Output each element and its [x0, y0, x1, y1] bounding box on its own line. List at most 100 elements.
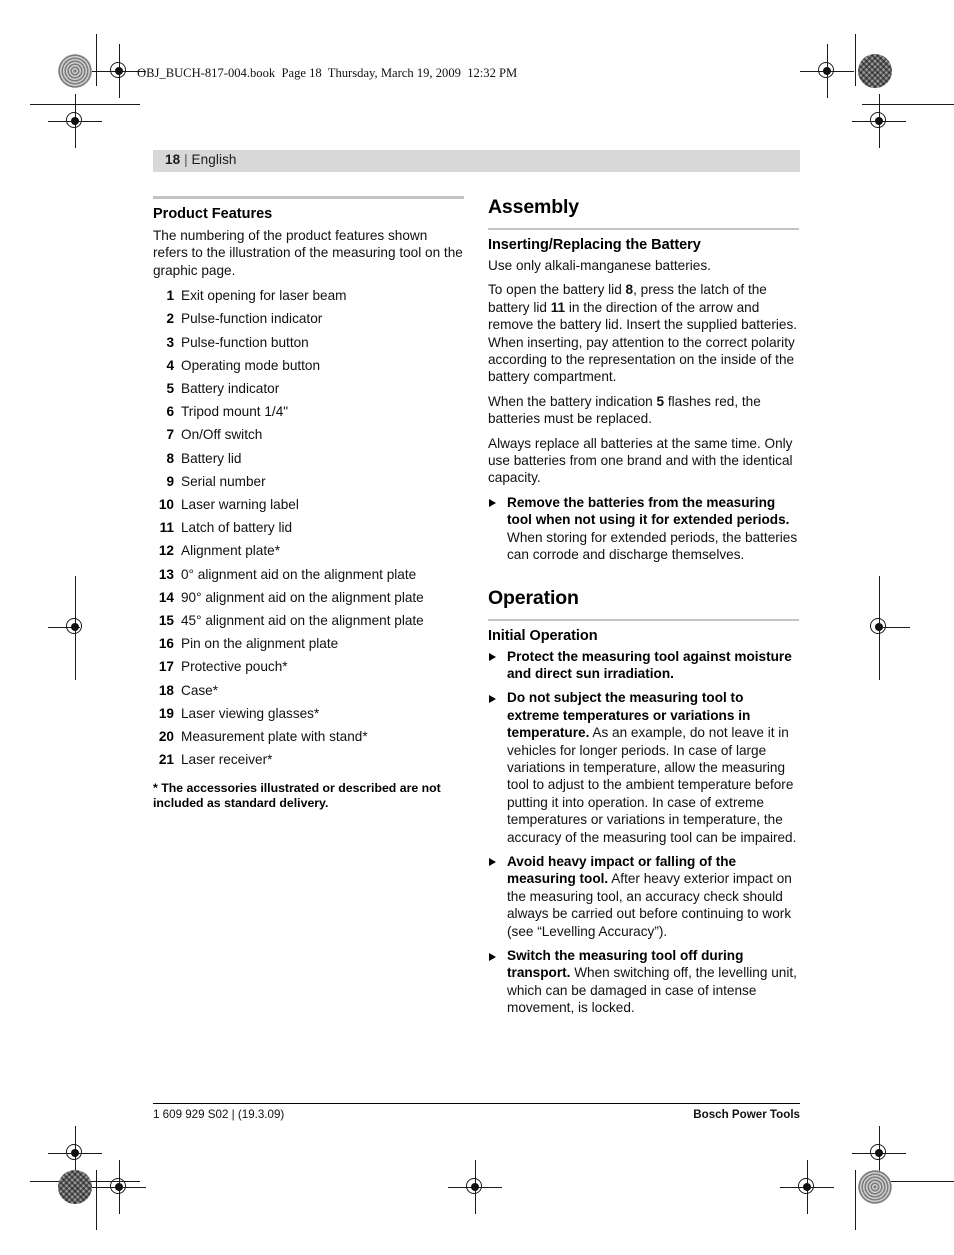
- file-slug-line: OBJ_BUCH-817-004.book Page 18 Thursday, …: [137, 66, 518, 80]
- product-feature-label: Serial number: [181, 473, 266, 489]
- product-features-list: 1 Exit opening for laser beam 2 Pulse-funct…: [153, 287, 464, 768]
- operation-warning-item: Avoid heavy impact or falling of the mea…: [488, 853, 799, 940]
- registration-mark-bottom-right: [780, 1160, 834, 1214]
- left-column: Product Features The numbering of the pr…: [153, 196, 464, 811]
- operation-warning-item: Protect the measuring tool against moist…: [488, 648, 799, 683]
- product-feature-label: Pulse-function button: [181, 334, 309, 350]
- trim-line-top-left-vertical: [96, 34, 97, 86]
- product-feature-label: Protective pouch*: [181, 659, 288, 675]
- product-feature-label: Case*: [181, 682, 219, 698]
- product-feature-item: 20 Measurement plate with stand*: [153, 728, 464, 745]
- registration-mark-bottom-center: [448, 1160, 502, 1214]
- operation-heading: Operation: [488, 586, 579, 609]
- run-text: Always replace all batteries at the same…: [488, 435, 793, 486]
- color-patch-bottom-right: [858, 1170, 892, 1204]
- product-feature-item: 17 Protective pouch*: [153, 658, 464, 675]
- operation-warning-list: Protect the measuring tool against moist…: [488, 648, 799, 1017]
- product-feature-item: 6 Tripod mount 1/4": [153, 403, 464, 420]
- product-feature-number: 20: [158, 729, 174, 745]
- product-feature-label: 0° alignment aid on the alignment plate: [181, 566, 417, 582]
- assembly-warning-list: Remove the batteries from the measuring …: [488, 494, 799, 564]
- product-feature-number: 11: [159, 520, 174, 536]
- running-header-band: [153, 150, 800, 172]
- product-feature-number: 3: [166, 334, 174, 350]
- product-feature-label: Exit opening for laser beam: [181, 288, 347, 304]
- product-feature-label: 45° alignment aid on the alignment plate: [181, 613, 424, 629]
- trim-line-bottom-right-vertical: [855, 1170, 856, 1230]
- triangle-bullet-icon: [489, 653, 496, 661]
- emphasis-text: 11: [550, 299, 566, 315]
- left-column-top-rule: [153, 196, 464, 199]
- trim-line-top-right-horizontal: [862, 104, 954, 105]
- assembly-heading: Assembly: [488, 196, 579, 218]
- trim-line-bottom-left-vertical: [96, 1170, 97, 1230]
- running-header: 18 | English: [165, 152, 237, 167]
- product-feature-number: 5: [166, 381, 174, 397]
- run-text: To open the battery lid: [488, 282, 626, 298]
- product-feature-label: Battery indicator: [181, 381, 280, 397]
- emphasis-text: 5: [656, 393, 665, 409]
- header-language: English: [191, 152, 237, 167]
- assembly-paragraph: When the battery indication 5 flashes re…: [488, 393, 799, 428]
- product-feature-label: Pin on the alignment plate: [181, 636, 339, 652]
- product-feature-label: Battery lid: [181, 450, 242, 466]
- product-feature-number: 17: [158, 659, 174, 675]
- color-patch-top-left: [58, 54, 92, 88]
- product-feature-item: 8 Battery lid: [153, 450, 464, 467]
- operation-warning-item: Switch the measuring tool off during tra…: [488, 947, 799, 1017]
- product-feature-number: 8: [166, 450, 174, 466]
- product-feature-item: 5 Battery indicator: [153, 380, 464, 397]
- assembly-paragraph: To open the battery lid 8, press the lat…: [488, 281, 799, 385]
- product-feature-item: 2 Pulse-function indicator: [153, 310, 464, 327]
- triangle-bullet-icon: [489, 694, 496, 703]
- product-feature-item: 11 Latch of battery lid: [153, 519, 464, 536]
- registration-mark-top-right: [800, 44, 854, 98]
- product-feature-number: 2: [166, 311, 174, 327]
- product-feature-number: 12: [158, 543, 174, 559]
- registration-mark-middle-right: [862, 576, 910, 680]
- product-feature-item: 18 Case*: [153, 682, 464, 699]
- product-feature-label: Laser viewing glasses*: [181, 705, 320, 721]
- operation-warning-item: Do not subject the measuring tool to ext…: [488, 689, 799, 846]
- product-feature-number: 9: [166, 473, 174, 489]
- product-feature-number: 18: [158, 682, 174, 698]
- product-feature-number: 10: [158, 497, 174, 513]
- product-feature-item: 3 Pulse-function button: [153, 334, 464, 351]
- assembly-paragraphs: Use only alkali-manganese batteries. To o…: [488, 257, 799, 487]
- product-feature-label: Pulse-function indicator: [181, 311, 323, 327]
- run-text: When the battery indication: [488, 393, 657, 409]
- product-feature-number: 7: [166, 427, 174, 443]
- trim-line-top-left-horizontal: [30, 104, 140, 105]
- registration-mark-top-left-inner: [48, 94, 102, 148]
- assembly-warning-item: Remove the batteries from the measuring …: [488, 494, 799, 564]
- product-feature-item: 16 Pin on the alignment plate: [153, 635, 464, 652]
- product-feature-item: 4 Operating mode button: [153, 357, 464, 374]
- product-feature-item: 1 Exit opening for laser beam: [153, 287, 464, 304]
- run-text: Use only alkali-manganese batteries.: [488, 258, 711, 273]
- product-feature-label: Operating mode button: [181, 357, 321, 373]
- product-feature-label: On/Off switch: [181, 427, 263, 443]
- product-feature-number: 16: [158, 636, 174, 652]
- product-features-intro: The numbering of the product features sh…: [153, 228, 463, 278]
- product-feature-item: 13 0° alignment aid on the alignment plat…: [153, 566, 464, 583]
- product-feature-item: 19 Laser viewing glasses*: [153, 705, 464, 722]
- registration-mark-bottom-left: [92, 1160, 146, 1214]
- trim-line-top-right-vertical: [855, 34, 856, 86]
- emphasis-text: Protect the measuring tool against moist…: [507, 648, 792, 681]
- product-feature-item: 9 Serial number: [153, 473, 464, 490]
- product-feature-number: 21: [158, 752, 174, 768]
- color-patch-bottom-left: [58, 1170, 92, 1204]
- product-feature-label: Laser warning label: [181, 497, 299, 513]
- emphasis-text: 8: [625, 282, 634, 298]
- product-feature-item: 12 Alignment plate*: [153, 542, 464, 559]
- product-feature-item: 10 Laser warning label: [153, 496, 464, 513]
- page-number: 18: [165, 152, 181, 167]
- product-feature-label: Tripod mount 1/4": [181, 404, 289, 420]
- inserting-replacing-battery-heading: Inserting/Replacing the Battery: [488, 237, 701, 253]
- product-feature-item: 14 90° alignment aid on the alignment pla…: [153, 589, 464, 606]
- footer-rule: [153, 1103, 800, 1104]
- color-patch-top-right: [858, 54, 892, 88]
- assembly-paragraph: Always replace all batteries at the same…: [488, 435, 799, 487]
- product-feature-number: 14: [158, 589, 174, 605]
- right-column: Assembly Inserting/Replacing the Battery…: [488, 196, 799, 1024]
